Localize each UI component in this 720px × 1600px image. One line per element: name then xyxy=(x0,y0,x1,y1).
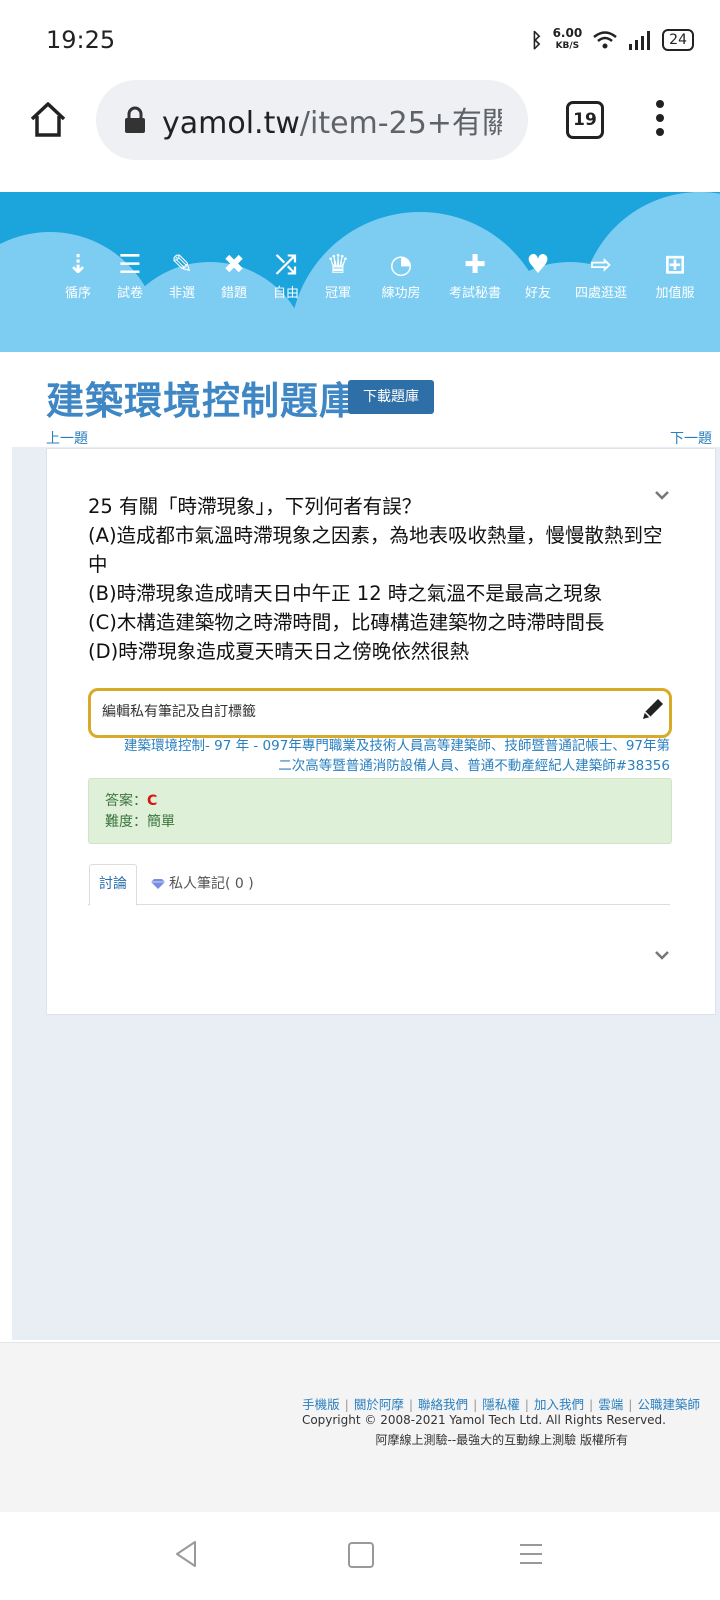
tab-private-notes[interactable]: 私人筆記( 0 ) xyxy=(150,864,254,904)
tab-switcher-button[interactable]: 19 xyxy=(566,101,604,139)
trophy-icon: ♛ xyxy=(326,250,350,280)
more-menu-icon[interactable] xyxy=(655,100,665,140)
nav-item[interactable]: ✖ 錯題 xyxy=(208,250,260,301)
tab-discussion[interactable]: 討論 xyxy=(89,864,137,906)
page-title: 建築環境控制題庫 xyxy=(46,379,359,423)
difficulty-line: 難度：簡單 xyxy=(105,811,175,831)
battery-icon: 24 xyxy=(662,29,694,51)
nav-item-label: 好友 xyxy=(524,286,551,301)
pencil-icon: ✎ xyxy=(171,250,193,280)
pencil-icon[interactable] xyxy=(640,696,666,722)
chevron-down-icon[interactable] xyxy=(655,950,669,960)
question-source-link[interactable]: 建築環境控制- 97 年 - 097年專門職業及技術人員高等建築師、技師暨普通記… xyxy=(88,736,670,776)
copyright-text: Copyright © 2008-2021 Yamol Tech Ltd. Al… xyxy=(301,1413,666,1427)
option-a: (A)造成都市氣溫時滯現象之因素，為地表吸收熱量，慢慢散熱到空中 xyxy=(88,524,663,576)
footer-link[interactable]: 加入我們 xyxy=(534,1397,584,1412)
separator: | xyxy=(473,1397,478,1412)
nav-item-label: 非選 xyxy=(168,286,195,301)
nav-item[interactable]: ⊞ 加值服 xyxy=(638,250,712,301)
nav-item[interactable]: ⇨ 四處逛逛 xyxy=(564,250,638,301)
option-b: (B)時滯現象造成晴天日中午正 12 時之氣溫不是最高之現象 xyxy=(88,582,603,605)
answer-line: 答案：C xyxy=(105,790,157,810)
source-line-2: 二次高等暨普通消防設備人員、普通不動產經紀人建築師#38356 xyxy=(278,758,670,774)
tab-private-notes-label: 私人筆記( 0 ) xyxy=(169,876,254,892)
separator: | xyxy=(589,1397,594,1412)
question-stem: 25 有關「時滯現象」，下列何者有誤？ xyxy=(88,495,422,518)
separator: | xyxy=(408,1397,414,1412)
separator: | xyxy=(344,1397,349,1412)
ad-strip xyxy=(0,174,720,193)
nav-item[interactable]: ♥ 好友 xyxy=(512,250,564,301)
difficulty-value: 簡單 xyxy=(147,814,175,830)
heart-icon: ♥ xyxy=(526,250,550,280)
separator: | xyxy=(628,1397,633,1412)
nav-item[interactable]: ☰ 試卷 xyxy=(104,250,156,301)
home-icon[interactable] xyxy=(28,100,68,140)
nav-item[interactable]: ⇣ 循序 xyxy=(52,250,104,301)
address-bar[interactable]: yamol.tw/item-25+有關 xyxy=(96,80,528,160)
footer-link[interactable]: 隱私權 xyxy=(482,1397,520,1412)
difficulty-label: 難度： xyxy=(105,814,147,830)
nav-item[interactable]: ⤮ 自由 xyxy=(260,250,312,301)
medkit-icon: ✚ xyxy=(464,250,486,280)
back-icon[interactable] xyxy=(174,1540,198,1568)
footer xyxy=(0,1342,720,1513)
net-speed: 6.00 KB/S xyxy=(552,26,583,51)
chevron-down-icon[interactable] xyxy=(655,490,669,500)
footer-link[interactable]: 手機版 xyxy=(302,1397,340,1412)
answer-label: 答案： xyxy=(105,793,147,809)
nav-item-label: 考試秘書 xyxy=(448,286,501,301)
share-icon: ⇨ xyxy=(590,250,612,280)
nav-item-label: 自由 xyxy=(272,286,299,301)
list-icon: ☰ xyxy=(118,250,142,280)
nav-item-label: 加值服 xyxy=(655,286,695,301)
nav-item-label: 練功房 xyxy=(381,286,421,301)
footer-links: 手機版 | 關於阿摩 | 聯絡我們 | 隱私權 | 加入我們 | 雲端 | 公職建築師 xyxy=(0,1394,700,1413)
nav-item-label: 錯題 xyxy=(220,286,247,301)
answer-value: C xyxy=(147,793,158,809)
nav-item[interactable]: ✎ 非選 xyxy=(156,250,208,301)
diamond-icon xyxy=(151,879,165,889)
download-button[interactable]: 下載題庫 xyxy=(348,380,434,414)
url-text: yamol.tw/item-25+有關 xyxy=(162,106,502,141)
status-icons: ᛒ 6.00 KB/S 24 xyxy=(530,26,694,52)
nav-item-label: 循序 xyxy=(64,286,91,301)
footer-link[interactable]: 公職建築師 xyxy=(637,1397,700,1412)
bluetooth-icon: ᛒ xyxy=(530,28,543,52)
private-note-label: 編輯私有筆記及自訂標籤 xyxy=(102,704,256,720)
option-d: (D)時滯現象造成夏天晴天日之傍晚依然很熱 xyxy=(88,640,470,663)
separator: | xyxy=(524,1397,530,1412)
question-text: 25 有關「時滯現象」，下列何者有誤？ (A)造成都市氣溫時滯現象之因素，為地表… xyxy=(88,492,678,666)
nav-item[interactable]: ◔ 練功房 xyxy=(364,250,438,301)
wifi-icon xyxy=(593,31,617,49)
sort-icon: ⇣ xyxy=(67,250,89,280)
nav-item-label: 四處逛逛 xyxy=(574,286,627,301)
nav-item-label: 試卷 xyxy=(116,286,143,301)
nav-item-label: 冠軍 xyxy=(324,286,351,301)
x-icon: ✖ xyxy=(223,250,245,280)
footer-link[interactable]: 關於阿摩 xyxy=(354,1397,404,1412)
answer-box xyxy=(88,778,672,844)
dashboard-icon: ◔ xyxy=(389,250,413,280)
nav-item[interactable]: ♛ 冠軍 xyxy=(312,250,364,301)
footer-link[interactable]: 雲端 xyxy=(598,1397,623,1412)
source-line-1: 建築環境控制- 97 年 - 097年專門職業及技術人員高等建築師、技師暨普通記… xyxy=(123,738,670,754)
footer-link[interactable]: 聯絡我們 xyxy=(418,1397,468,1412)
shuffle-icon: ⤮ xyxy=(275,250,297,280)
next-question-link[interactable]: 下一題 xyxy=(670,428,712,448)
cart-icon: ⊞ xyxy=(664,250,686,280)
nav-item[interactable]: ✚ 考試秘書 xyxy=(438,250,512,301)
home-button[interactable] xyxy=(348,1542,374,1568)
slogan-text: 阿摩線上測驗--最強大的互動線上測驗 版權所有 xyxy=(375,1433,628,1447)
signal-icon xyxy=(629,31,651,50)
lock-icon xyxy=(125,106,145,133)
main-nav: ⇣ 循序 ☰ 試卷 ✎ 非選 ✖ 錯題 ⤮ 自由 ♛ 冠軍 ◔ 練功房 ✚ 考試秘書 ♥ 好友 ⇨ 四處逛逛 ⊞ 加值服 xyxy=(52,250,712,301)
prev-question-link[interactable]: 上一題 xyxy=(46,428,88,448)
option-c: (C)木構造建築物之時滯時間，比磚構造建築物之時滯時間長 xyxy=(88,611,605,634)
status-time: 19:25 xyxy=(46,26,116,54)
menu-icon[interactable] xyxy=(518,1542,544,1566)
